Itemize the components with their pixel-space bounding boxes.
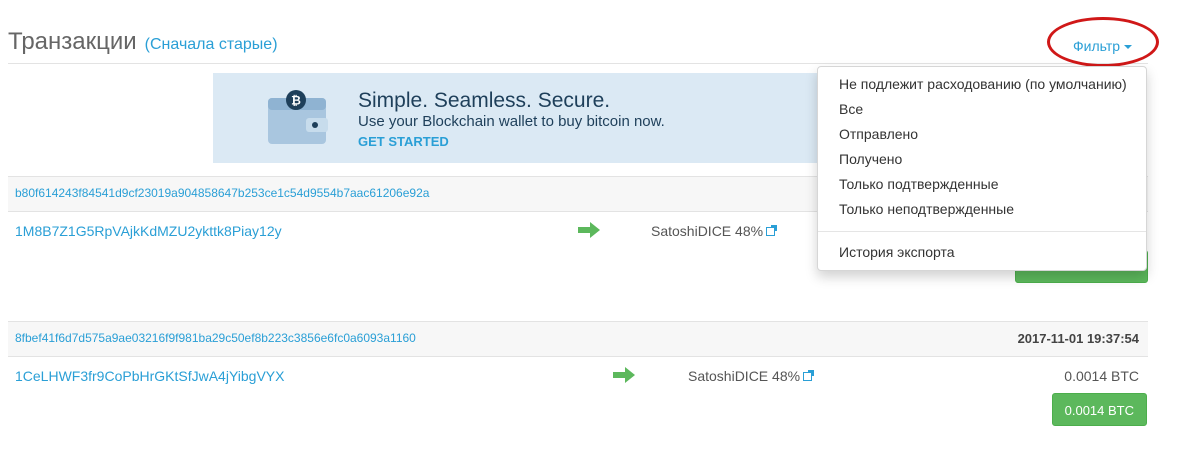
transaction-time: 2017-11-01 19:37:54 (1017, 331, 1139, 346)
filter-menu: Не подлежит расходованию (по умолчанию) … (817, 66, 1147, 271)
filter-option-sent[interactable]: Отправлено (818, 122, 1146, 147)
header-divider (8, 63, 1148, 64)
wallet-icon: ₿ (268, 90, 328, 144)
filter-option-unconfirmed[interactable]: Только неподтвержденные (818, 197, 1146, 222)
filter-option-unspent[interactable]: Не подлежит расходованию (по умолчанию) (818, 72, 1146, 97)
sort-order-link[interactable]: (Сначала старые) (145, 36, 278, 54)
page-title: Транзакции (8, 28, 137, 55)
transaction-amount: 0.0014 BTC (1064, 368, 1139, 384)
recipient-label: SatoshiDICE 48% (688, 368, 815, 384)
arrow-right-icon (613, 367, 635, 383)
filter-option-received[interactable]: Получено (818, 147, 1146, 172)
arrow-right-icon (578, 222, 600, 238)
page-header: Транзакции (Сначала старые) (8, 28, 1148, 64)
recipient-label: SatoshiDICE 48% (651, 223, 778, 239)
caret-down-icon (1124, 45, 1133, 50)
promo-banner[interactable]: ₿ Simple. Seamless. Secure. Use your Blo… (213, 73, 818, 163)
export-history-option[interactable]: История экспорта (818, 240, 1146, 265)
external-link-icon[interactable] (766, 225, 778, 236)
get-started-link[interactable]: GET STARTED (358, 134, 449, 149)
recipient-name: SatoshiDICE 48% (688, 368, 801, 384)
recipient-name: SatoshiDICE 48% (651, 223, 764, 239)
filter-option-all[interactable]: Все (818, 97, 1146, 122)
menu-divider (818, 231, 1146, 232)
filter-label: Фильтр (1073, 38, 1121, 54)
amount-button[interactable]: 0.0014 BTC (1051, 393, 1147, 426)
sender-address-link[interactable]: 1M8B7Z1G5RpVAjkKdMZU2ykttk8Piay12y (15, 223, 282, 239)
transaction-hash-link[interactable]: 8fbef41f6d7d575a9ae03216f9f981ba29c50ef8… (15, 331, 416, 345)
filter-option-confirmed[interactable]: Только подтвержденные (818, 172, 1146, 197)
sender-address-link[interactable]: 1CeLHWF3fr9CoPbHrGKtSfJwA4jYibgVYX (15, 368, 284, 384)
svg-text:₿: ₿ (291, 94, 301, 108)
filter-dropdown-button[interactable]: Фильтр (1073, 38, 1133, 54)
transaction-hash-link[interactable]: b80f614243f84541d9cf23019a904858647b253c… (15, 186, 429, 200)
transaction-card: 8fbef41f6d7d575a9ae03216f9f981ba29c50ef8… (8, 321, 1148, 432)
banner-subtitle: Use your Blockchain wallet to buy bitcoi… (358, 113, 665, 130)
transaction-header: 8fbef41f6d7d575a9ae03216f9f981ba29c50ef8… (8, 321, 1148, 357)
banner-title: Simple. Seamless. Secure. (358, 89, 611, 112)
external-link-icon[interactable] (803, 370, 815, 381)
transaction-body: 1CeLHWF3fr9CoPbHrGKtSfJwA4jYibgVYX Satos… (8, 357, 1148, 432)
